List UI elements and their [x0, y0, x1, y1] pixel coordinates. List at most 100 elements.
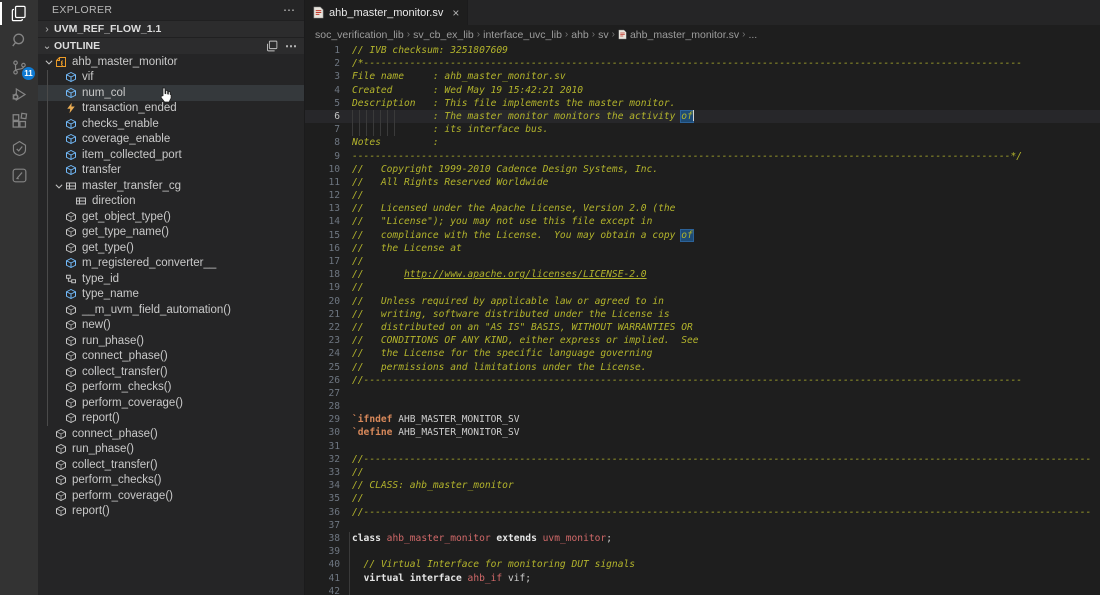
- code-line-27[interactable]: 27: [305, 387, 1100, 400]
- code-line-42[interactable]: 42: [305, 585, 1100, 595]
- outline-item-perform-coverage[interactable]: perform_coverage(): [38, 395, 304, 411]
- code-line-2[interactable]: 2/*-------------------------------------…: [305, 57, 1100, 70]
- code-line-16[interactable]: 16// the License at: [305, 242, 1100, 255]
- outline-item-run-phase[interactable]: run_phase(): [38, 442, 304, 458]
- outline-item-transaction-ended[interactable]: transaction_ended: [38, 101, 304, 117]
- code-line-text: class ahb_master_monitor extends uvm_mon…: [352, 532, 1100, 545]
- section-uvm-ref-flow[interactable]: › UVM_REF_FLOW_1.1: [38, 20, 304, 37]
- code-line-23[interactable]: 23// CONDITIONS OF ANY KIND, either expr…: [305, 334, 1100, 347]
- outline-item-num-col[interactable]: num_col: [38, 85, 304, 101]
- code-line-9[interactable]: 9---------------------------------------…: [305, 150, 1100, 163]
- code-line-11[interactable]: 11// All Rights Reserved Worldwide: [305, 176, 1100, 189]
- explorer-icon[interactable]: [0, 0, 38, 27]
- code-line-10[interactable]: 10// Copyright 1999-2010 Cadence Design …: [305, 163, 1100, 176]
- code-line-34[interactable]: 34// CLASS: ahb_master_monitor: [305, 479, 1100, 492]
- chevron-down-icon[interactable]: [42, 57, 55, 67]
- outline-item-collect-transfer[interactable]: collect_transfer(): [38, 364, 304, 380]
- outline-item-get-type-name[interactable]: get_type_name(): [38, 225, 304, 241]
- outline-item-connect-phase[interactable]: connect_phase(): [38, 426, 304, 442]
- code-line-3[interactable]: 3File name : ahb_master_monitor.sv: [305, 70, 1100, 83]
- outline-item-report[interactable]: report(): [38, 504, 304, 520]
- code-line-13[interactable]: 13// Licensed under the Apache License, …: [305, 202, 1100, 215]
- code-line-26[interactable]: 26//------------------------------------…: [305, 374, 1100, 387]
- code-line-39[interactable]: 39: [305, 545, 1100, 558]
- outline-item-report[interactable]: report(): [38, 411, 304, 427]
- outline-item-transfer[interactable]: transfer: [38, 163, 304, 179]
- run-debug-icon[interactable]: [0, 81, 38, 108]
- code-line-29[interactable]: 29`ifndef AHB_MASTER_MONITOR_SV: [305, 413, 1100, 426]
- code-line-36[interactable]: 36//------------------------------------…: [305, 506, 1100, 519]
- code-line-4[interactable]: 4Created : Wed May 19 15:42:21 2010: [305, 84, 1100, 97]
- code-line-40[interactable]: 40 // Virtual Interface for monitoring D…: [305, 558, 1100, 571]
- outline-item-m-uvm-field-automation[interactable]: __m_uvm_field_automation(): [38, 302, 304, 318]
- code-line-14[interactable]: 14// "License"); you may not use this fi…: [305, 215, 1100, 228]
- code-line-6[interactable]: 6 : The master monitor monitors the acti…: [305, 110, 1100, 123]
- close-icon[interactable]: ×: [452, 6, 459, 20]
- outline-item-type-id[interactable]: type_id: [38, 271, 304, 287]
- code-line-28[interactable]: 28: [305, 400, 1100, 413]
- code-line-38[interactable]: 38class ahb_master_monitor extends uvm_m…: [305, 532, 1100, 545]
- breadcrumb-item[interactable]: ...: [748, 29, 757, 41]
- tab-ahb-master-monitor[interactable]: ahb_master_monitor.sv ×: [305, 0, 468, 25]
- outline-item-type-name[interactable]: type_name: [38, 287, 304, 303]
- code-line-37[interactable]: 37: [305, 519, 1100, 532]
- code-line-32[interactable]: 32//------------------------------------…: [305, 453, 1100, 466]
- notebook-icon[interactable]: [0, 162, 38, 189]
- outline-item-perform-coverage[interactable]: perform_coverage(): [38, 488, 304, 504]
- outline-item-ahb-master-monitor[interactable]: ahb_master_monitor: [38, 54, 304, 70]
- outline-item-get-object-type[interactable]: get_object_type(): [38, 209, 304, 225]
- breadcrumb-item[interactable]: interface_uvc_lib: [483, 29, 562, 41]
- extensions-icon[interactable]: [0, 108, 38, 135]
- code-line-33[interactable]: 33//: [305, 466, 1100, 479]
- testing-icon[interactable]: [0, 135, 38, 162]
- explorer-more-icon[interactable]: ⋯: [283, 3, 296, 17]
- code-line-5[interactable]: 5Description : This file implements the …: [305, 97, 1100, 110]
- chevron-down-icon[interactable]: [52, 181, 65, 191]
- indent-guide: [373, 110, 374, 123]
- code-line-22[interactable]: 22// distributed on an "AS IS" BASIS, WI…: [305, 321, 1100, 334]
- breadcrumb-item[interactable]: sv_cb_ex_lib: [413, 29, 474, 41]
- breadcrumb-item[interactable]: soc_verification_lib: [315, 29, 404, 41]
- code-line-41[interactable]: 41 virtual interface ahb_if vif;: [305, 572, 1100, 585]
- outline-item-perform-checks[interactable]: perform_checks(): [38, 380, 304, 396]
- code-line-30[interactable]: 30`define AHB_MASTER_MONITOR_SV: [305, 426, 1100, 439]
- symbol-method-icon: [55, 428, 69, 440]
- code-line-25[interactable]: 25// permissions and limitations under t…: [305, 361, 1100, 374]
- outline-item-coverage-enable[interactable]: coverage_enable: [38, 132, 304, 148]
- collapse-all-icon[interactable]: [266, 40, 278, 52]
- line-number: 16: [305, 242, 340, 255]
- section-outline[interactable]: ⌄ OUTLINE ⋯: [38, 37, 304, 54]
- outline-item-collect-transfer[interactable]: collect_transfer(): [38, 457, 304, 473]
- outline-more-icon[interactable]: ⋯: [285, 39, 298, 53]
- code-line-1[interactable]: 1// IVB checksum: 3251807609: [305, 44, 1100, 57]
- outline-item-connect-phase[interactable]: connect_phase(): [38, 349, 304, 365]
- outline-item-get-type[interactable]: get_type(): [38, 240, 304, 256]
- code-line-24[interactable]: 24// the License for the specific langua…: [305, 347, 1100, 360]
- code-line-31[interactable]: 31: [305, 440, 1100, 453]
- outline-item-new[interactable]: new(): [38, 318, 304, 334]
- outline-item-m-registered-converter[interactable]: m_registered_converter__: [38, 256, 304, 272]
- code-line-21[interactable]: 21// writing, software distributed under…: [305, 308, 1100, 321]
- outline-item-vif[interactable]: vif: [38, 70, 304, 86]
- code-line-7[interactable]: 7 : its interface bus.: [305, 123, 1100, 136]
- outline-item-run-phase[interactable]: run_phase(): [38, 333, 304, 349]
- breadcrumb-item[interactable]: ahb: [571, 29, 589, 41]
- code-line-18[interactable]: 18// http://www.apache.org/licenses/LICE…: [305, 268, 1100, 281]
- code-line-19[interactable]: 19//: [305, 281, 1100, 294]
- breadcrumb-item[interactable]: sv: [598, 29, 609, 41]
- outline-item-item-collected-port[interactable]: item_collected_port: [38, 147, 304, 163]
- source-control-icon[interactable]: 11: [0, 54, 38, 81]
- code-line-35[interactable]: 35//: [305, 492, 1100, 505]
- code-line-12[interactable]: 12//: [305, 189, 1100, 202]
- code-editor[interactable]: 1// IVB checksum: 32518076092/*---------…: [305, 44, 1100, 595]
- outline-item-master-transfer-cg[interactable]: master_transfer_cg: [38, 178, 304, 194]
- search-icon[interactable]: [0, 27, 38, 54]
- breadcrumb-item[interactable]: ahb_master_monitor.sv: [618, 29, 739, 41]
- outline-item-direction[interactable]: direction: [38, 194, 304, 210]
- code-line-15[interactable]: 15// compliance with the License. You ma…: [305, 229, 1100, 242]
- code-line-8[interactable]: 8Notes :: [305, 136, 1100, 149]
- code-line-20[interactable]: 20// Unless required by applicable law o…: [305, 295, 1100, 308]
- outline-item-perform-checks[interactable]: perform_checks(): [38, 473, 304, 489]
- outline-item-checks-enable[interactable]: checks_enable: [38, 116, 304, 132]
- code-line-17[interactable]: 17//: [305, 255, 1100, 268]
